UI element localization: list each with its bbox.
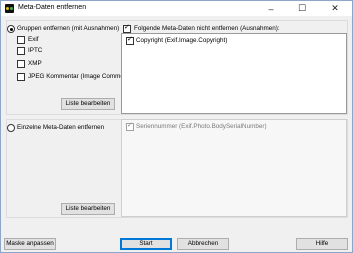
exif-checkbox[interactable] bbox=[17, 36, 25, 44]
maximize-icon: ☐ bbox=[297, 3, 307, 13]
close-button[interactable]: ✕ bbox=[323, 1, 347, 16]
title-bar: Meta-Daten entfernen – ☐ ✕ bbox=[1, 1, 352, 16]
exceptions-label: Folgende Meta-Daten nicht entfernen (Aus… bbox=[134, 25, 280, 32]
dialog-window: Meta-Daten entfernen – ☐ ✕ Gruppen entfe… bbox=[0, 0, 353, 253]
edit-groups-list-button[interactable]: Liste bearbeiten bbox=[61, 98, 115, 110]
remove-groups-radio[interactable] bbox=[7, 25, 15, 33]
maximize-button[interactable]: ☐ bbox=[290, 1, 314, 16]
xmp-checkbox[interactable] bbox=[17, 60, 25, 68]
minimize-button[interactable]: – bbox=[259, 1, 283, 16]
iptc-label: IPTC bbox=[28, 47, 43, 54]
app-icon bbox=[5, 4, 14, 13]
minimize-icon: – bbox=[268, 3, 274, 14]
edit-individual-list-button[interactable]: Liste bearbeiten bbox=[61, 203, 115, 215]
help-button[interactable]: Hilfe bbox=[296, 238, 348, 250]
serial-number-checkbox[interactable] bbox=[126, 123, 134, 131]
remove-individual-radio[interactable] bbox=[7, 124, 15, 132]
serial-number-label: Seriennummer (Exif.Photo.BodySerialNumbe… bbox=[136, 123, 267, 130]
copyright-exception-checkbox[interactable] bbox=[126, 37, 134, 45]
iptc-checkbox[interactable] bbox=[17, 47, 25, 55]
start-button[interactable]: Start bbox=[120, 238, 172, 250]
exceptions-list[interactable]: Copyright (Exif.Image.Copyright) bbox=[121, 33, 347, 114]
jpeg-comment-checkbox[interactable] bbox=[17, 73, 25, 81]
copyright-exception-label: Copyright (Exif.Image.Copyright) bbox=[136, 37, 228, 44]
close-icon: ✕ bbox=[331, 3, 339, 13]
exif-label: Exif bbox=[28, 36, 39, 43]
adjust-mask-button[interactable]: Maske anpassen bbox=[4, 238, 56, 250]
exceptions-checkbox[interactable] bbox=[123, 25, 131, 33]
jpeg-comment-label: JPEG Kommentar (Image Comment) bbox=[28, 73, 132, 80]
window-title: Meta-Daten entfernen bbox=[18, 4, 87, 11]
xmp-label: XMP bbox=[28, 60, 42, 67]
remove-groups-label: Gruppen entfernen (mit Ausnahmen) bbox=[17, 25, 120, 32]
remove-individual-label: Einzelne Meta-Daten entfernen bbox=[17, 124, 105, 131]
cancel-button[interactable]: Abbrechen bbox=[177, 238, 229, 250]
individual-items-list[interactable]: Seriennummer (Exif.Photo.BodySerialNumbe… bbox=[121, 119, 347, 217]
